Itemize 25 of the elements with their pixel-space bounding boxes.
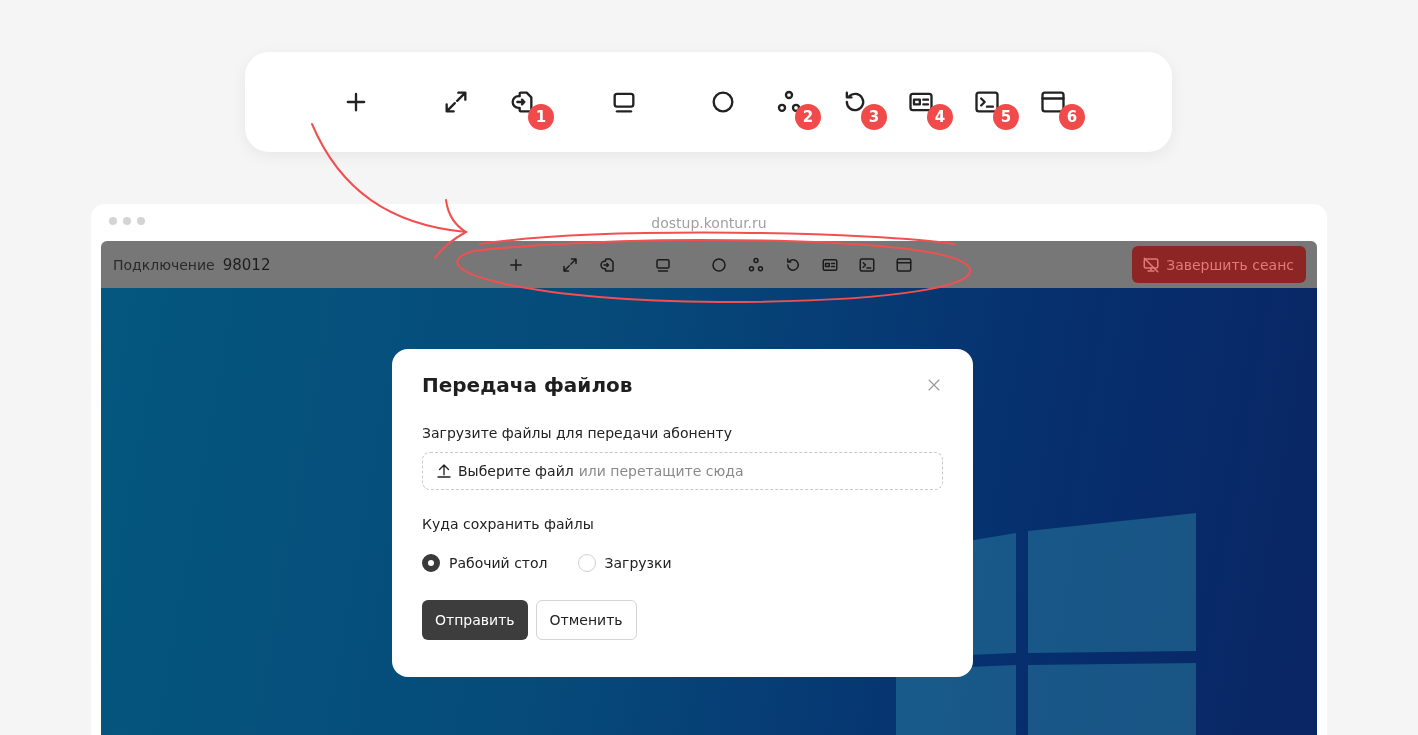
radio-label: Рабочий стол [449, 555, 548, 571]
drop-hint: или перетащите сюда [578, 463, 744, 479]
upload-label: Загрузите файлы для передачи абоненту [422, 425, 732, 441]
number-badge: 4 [927, 104, 953, 130]
send-button[interactable]: Отправить [422, 600, 528, 640]
nodes-icon[interactable] [747, 255, 765, 274]
screen-off-icon [1142, 255, 1161, 274]
url-text: dostup.kontur.ru [651, 214, 767, 231]
number-badge: 1 [528, 104, 554, 130]
close-icon[interactable] [927, 378, 941, 392]
number-badge: 5 [993, 104, 1019, 130]
radio-button[interactable] [422, 554, 440, 572]
connection-id: 98012 [222, 255, 271, 274]
number-badge: 3 [861, 104, 887, 130]
connection-label: Подключение [113, 256, 215, 273]
number-badge: 2 [795, 104, 821, 130]
radio-label: Загрузки [604, 555, 672, 571]
number-badge: 6 [1059, 104, 1085, 130]
choose-file-link[interactable]: Выберите файл [458, 463, 574, 479]
save-location-label: Куда сохранить файлы [422, 516, 594, 532]
window-dots [109, 217, 145, 225]
file-dropzone[interactable]: Выберите файл или перетащите сюда [422, 452, 943, 490]
cancel-button[interactable]: Отменить [535, 600, 637, 640]
upload-icon [435, 462, 453, 480]
dialog-title: Передача файлов [422, 373, 633, 397]
